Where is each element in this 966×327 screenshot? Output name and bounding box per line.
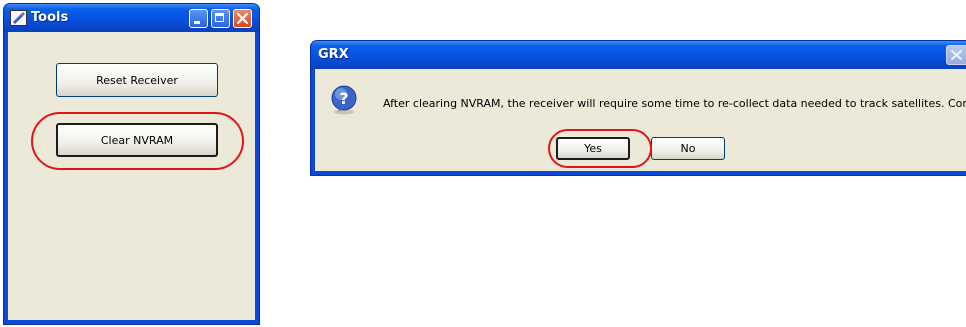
tools-app-icon [10, 10, 27, 26]
svg-text:?: ? [339, 89, 348, 108]
grx-client-area: ? After clearing NVRAM, the receiver wil… [315, 69, 966, 171]
tools-client-area: Reset Receiver Clear NVRAM [8, 32, 255, 320]
no-button[interactable]: No [651, 137, 725, 160]
clear-nvram-highlight-circle [31, 112, 244, 170]
question-icon: ? [331, 85, 357, 115]
minimize-icon[interactable] [189, 9, 208, 28]
tools-window: Tools Reset Receiver Clear NVRAM [3, 3, 260, 325]
grx-message-text: After clearing NVRAM, the receiver will … [383, 97, 966, 110]
maximize-icon[interactable] [211, 9, 230, 28]
close-icon[interactable] [946, 45, 966, 65]
grx-titlebar[interactable]: GRX [311, 41, 966, 69]
tools-window-title: Tools [31, 10, 69, 25]
yes-highlight-circle [548, 129, 652, 168]
grx-dialog: GRX ? After clearing NVRAM, the receiver… [310, 40, 966, 176]
tools-titlebar[interactable]: Tools [4, 4, 259, 32]
grx-dialog-title: GRX [318, 47, 349, 62]
close-icon[interactable] [233, 9, 252, 28]
reset-receiver-button[interactable]: Reset Receiver [56, 63, 218, 97]
